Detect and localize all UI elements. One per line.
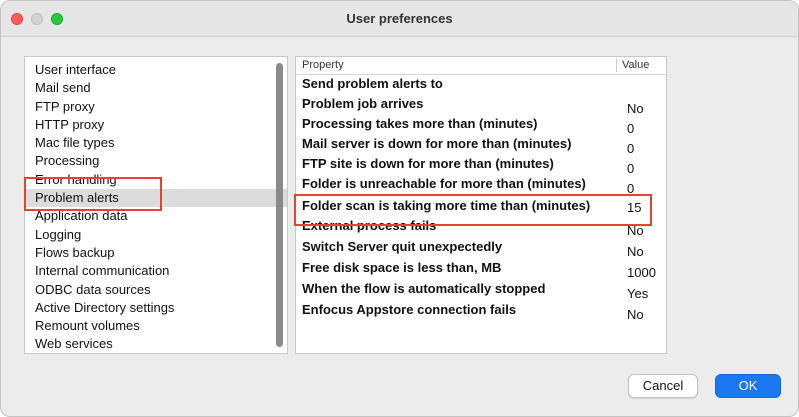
sidebar-item-ftp-proxy[interactable]: FTP proxy [25,98,287,116]
sidebar-item-web-services[interactable]: Web services [25,335,287,353]
property-value[interactable]: Yes [627,286,648,301]
table-row[interactable]: FTP site is down for more than (minutes)… [296,156,666,176]
table-row[interactable]: Folder is unreachable for more than (min… [296,176,666,196]
sidebar-item-active-directory-settings[interactable]: Active Directory settings [25,299,287,317]
table-row[interactable]: Problem job arrives No [296,96,666,116]
property-name: FTP site is down for more than (minutes) [302,156,554,171]
property-value[interactable]: No [627,101,644,116]
table-header: Property Value [296,57,666,75]
property-name: Folder is unreachable for more than (min… [302,176,586,191]
property-name: When the flow is automatically stopped [302,281,546,296]
column-header-value[interactable]: Value [622,59,649,71]
window-title: User preferences [346,11,453,26]
sidebar-item-odbc-data-sources[interactable]: ODBC data sources [25,281,287,299]
property-name: Mail server is down for more than (minut… [302,136,572,151]
property-name: Problem job arrives [302,96,424,111]
sidebar-item-flows-backup[interactable]: Flows backup [25,244,287,262]
property-name: Free disk space is less than, MB [302,260,502,275]
sidebar-item-logging[interactable]: Logging [25,226,287,244]
property-value[interactable]: 1000 [627,265,656,280]
property-value[interactable]: 0 [627,121,634,136]
property-name: Processing takes more than (minutes) [302,116,538,131]
column-header-property[interactable]: Property [302,59,344,71]
title-bar: User preferences [1,1,798,37]
table-row[interactable]: Free disk space is less than, MB 1000 [296,260,666,280]
sidebar-item-user-interface[interactable]: User interface [25,61,287,79]
cancel-button[interactable]: Cancel [628,374,698,398]
table-row[interactable]: Processing takes more than (minutes) 0 [296,116,666,136]
sidebar-item-internal-communication[interactable]: Internal communication [25,262,287,280]
table-row[interactable]: Switch Server quit unexpectedly No [296,239,666,259]
property-name: Send problem alerts to [302,76,443,91]
ok-button[interactable]: OK [715,374,781,398]
column-divider[interactable] [616,59,617,72]
property-value[interactable]: No [627,244,644,259]
sidebar-item-remount-volumes[interactable]: Remount volumes [25,317,287,335]
property-name: Switch Server quit unexpectedly [302,239,503,254]
property-value[interactable]: 0 [627,141,634,156]
sidebar-item-processing[interactable]: Processing [25,152,287,170]
sidebar-item-mail-send[interactable]: Mail send [25,79,287,97]
category-list-scrollbar[interactable] [276,63,283,347]
property-name: Enfocus Appstore connection fails [302,302,517,317]
table-row[interactable]: When the flow is automatically stopped Y… [296,281,666,301]
property-value[interactable]: 0 [627,161,634,176]
highlight-box-problem-alerts [24,177,162,211]
table-row[interactable]: Enfocus Appstore connection fails No [296,302,666,322]
sidebar-item-http-proxy[interactable]: HTTP proxy [25,116,287,134]
preferences-window: User preferences User interface Mail sen… [0,0,799,417]
property-value[interactable]: No [627,307,644,322]
sidebar-item-mac-file-types[interactable]: Mac file types [25,134,287,152]
table-row[interactable]: Mail server is down for more than (minut… [296,136,666,156]
table-row[interactable]: Send problem alerts to [296,76,666,96]
highlight-box-folder-scan-row [294,194,652,226]
